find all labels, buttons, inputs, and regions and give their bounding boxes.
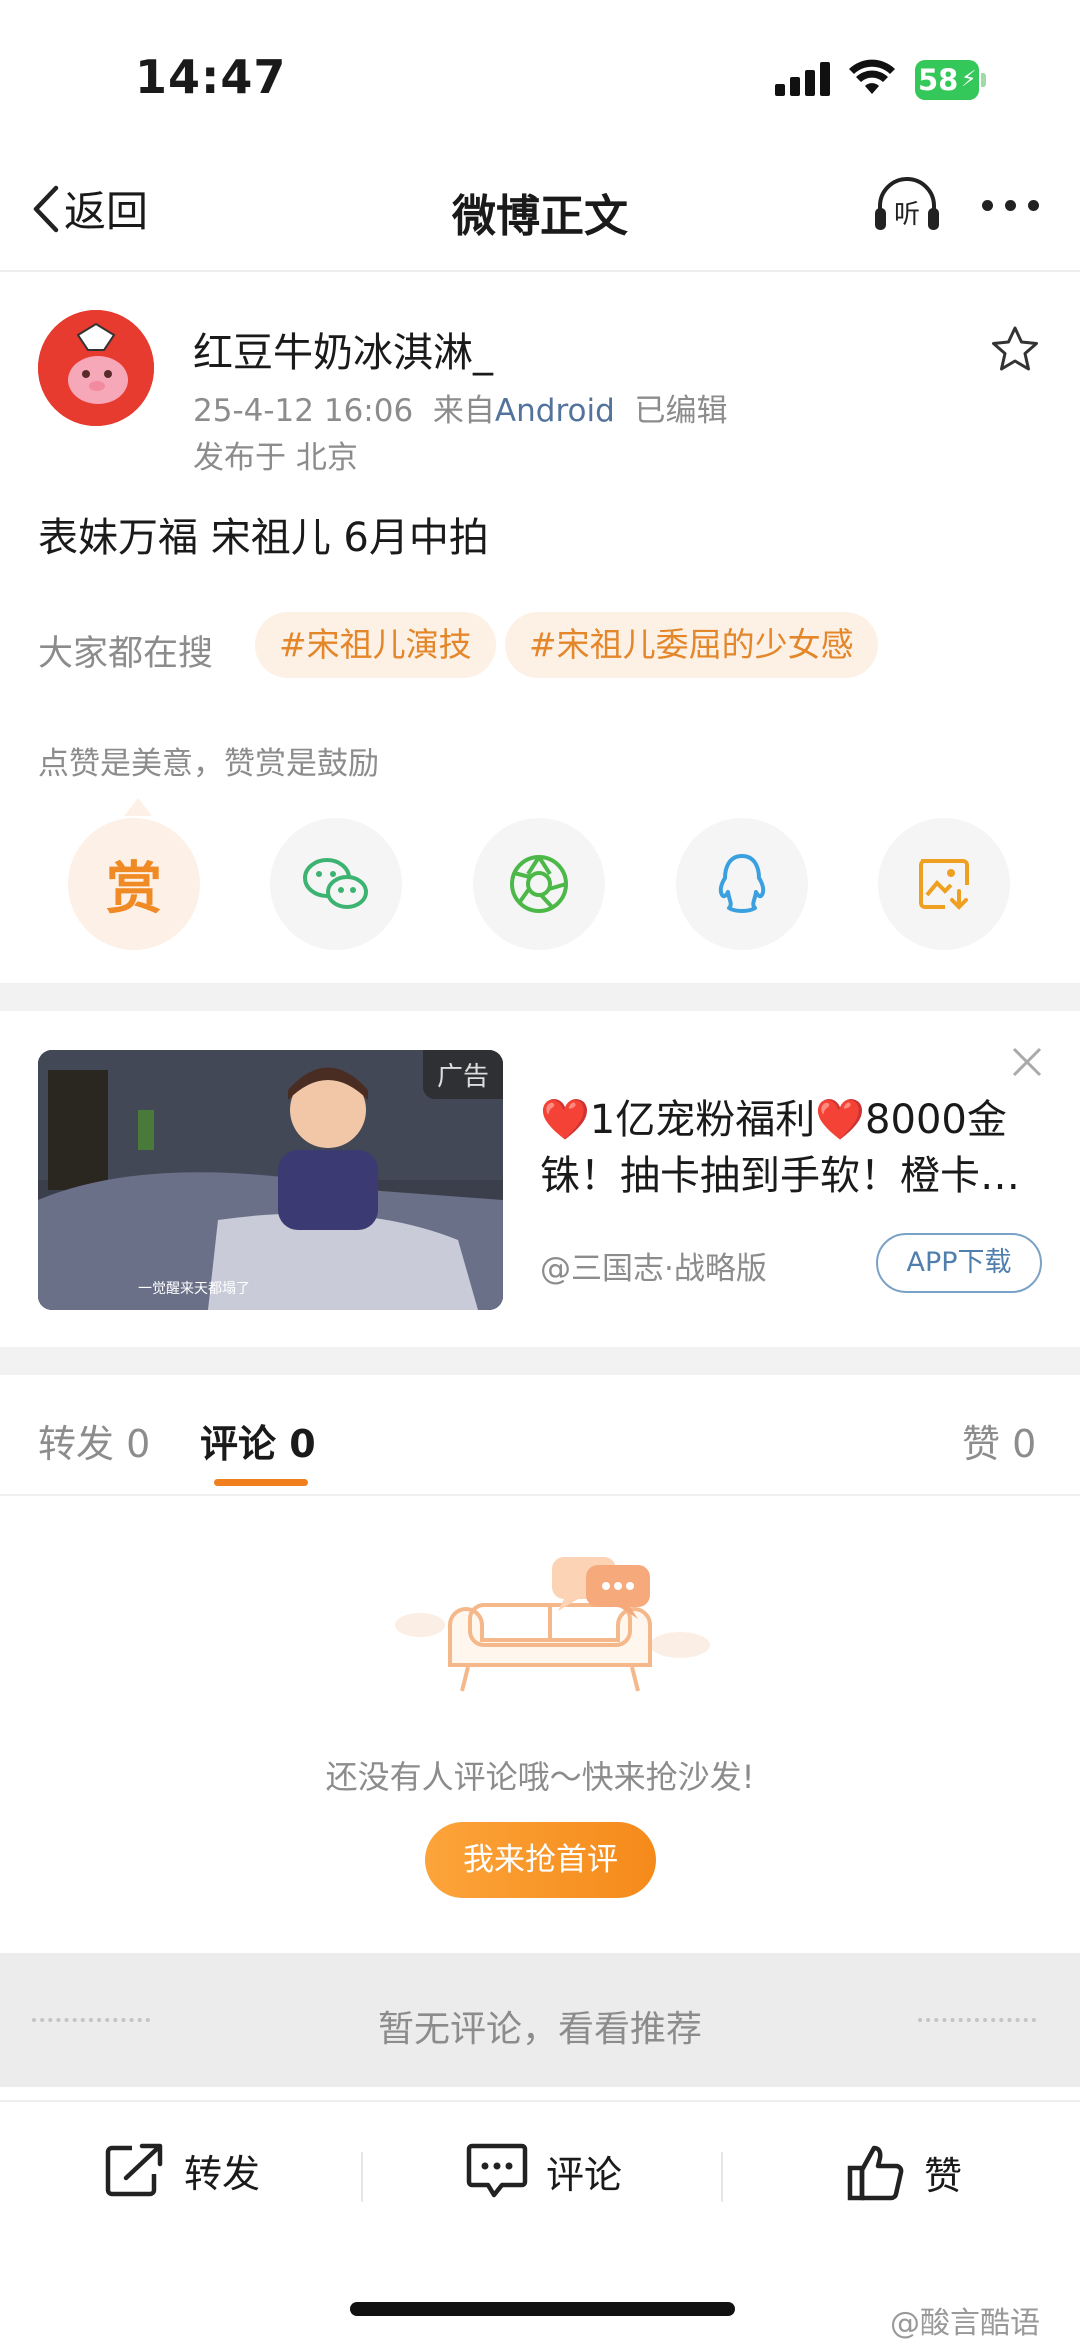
hot-search-label: 大家都在搜 [38, 634, 214, 674]
favorite-star-icon[interactable] [990, 325, 1040, 377]
reward-icon: 赏 [106, 856, 162, 922]
headphones-icon: 听 [875, 177, 939, 230]
reward-button[interactable]: 赏 [68, 818, 200, 950]
moments-aperture-icon [510, 855, 568, 913]
app-download-button[interactable]: APP下载 [876, 1233, 1042, 1293]
ad-image-caption: 一觉醒来天都塌了 [138, 1281, 250, 1297]
share-forward-icon [105, 2143, 163, 2197]
sofa-illustration-icon [380, 1545, 720, 1729]
nav-divider [0, 270, 1080, 272]
tab-like[interactable]: 赞 0 [962, 1413, 1036, 1468]
wechat-icon [303, 858, 368, 909]
post-source[interactable]: Android [495, 393, 615, 429]
ad-label: 广告 [422, 1050, 503, 1099]
comment-bubble-icon [466, 2143, 528, 2198]
hot-search-tag[interactable]: #宋祖儿演技 [255, 612, 496, 678]
forward-button[interactable]: 转发 [104, 2142, 260, 2198]
section-divider [0, 983, 1080, 1011]
comment-button[interactable]: 评论 [466, 2142, 622, 2200]
tip-pointer [124, 798, 152, 816]
battery-icon: 58 ⚡ [915, 60, 987, 100]
battery-level: 58 [918, 63, 959, 97]
thumbs-up-icon [847, 2145, 904, 2201]
qq-penguin-icon [718, 854, 766, 913]
save-image-button[interactable] [878, 818, 1010, 950]
listen-button[interactable]: 听 [872, 176, 942, 238]
bottom-bar-divider [0, 2100, 1080, 2102]
home-indicator[interactable] [350, 2302, 735, 2316]
cellular-signal-icon [775, 62, 831, 96]
ad-title[interactable]: ❤️1亿宠粉福利❤️8000金铢！抽卡抽到手软！橙卡… [540, 1092, 1040, 1204]
status-time: 14:47 [135, 50, 287, 104]
share-qq-button[interactable] [676, 818, 808, 950]
more-options-icon[interactable] [982, 200, 1039, 211]
ad-close-icon[interactable] [1010, 1045, 1044, 1083]
save-image-icon [919, 859, 969, 910]
ad-source[interactable]: @三国志·战略版 [540, 1243, 767, 1288]
post-meta: 25-4-12 16:06 来自Android 已编辑 [193, 385, 727, 430]
like-button[interactable]: 赞 [846, 2142, 962, 2202]
post-date: 25-4-12 16:06 [193, 393, 414, 429]
tab-forward[interactable]: 转发 0 [38, 1413, 150, 1468]
svg-text:听: 听 [894, 200, 920, 230]
reward-tip: 点赞是美意，赞赏是鼓励 [38, 746, 379, 782]
wifi-icon [848, 58, 896, 100]
first-comment-button[interactable]: 我来抢首评 [425, 1822, 656, 1898]
watermark: @酸言酷语 [890, 2306, 1040, 2341]
ad-image[interactable]: 一觉醒来天都塌了 广告 [38, 1050, 503, 1310]
bottom-separator [721, 2152, 723, 2202]
bottom-separator [361, 2152, 363, 2202]
share-moments-button[interactable] [473, 818, 605, 950]
avatar[interactable] [38, 310, 154, 426]
active-tab-indicator [214, 1479, 308, 1486]
hot-search-tag[interactable]: #宋祖儿委屈的少女感 [505, 612, 878, 678]
edited-label: 已编辑 [634, 393, 728, 429]
tab-comment[interactable]: 评论 0 [200, 1413, 316, 1468]
post-location: 发布于 北京 [193, 440, 358, 476]
post-text: 表妹万福 宋祖儿 6月中拍 [38, 515, 489, 561]
empty-comments-text: 还没有人评论哦～快来抢沙发! [325, 1758, 755, 1796]
source-prefix: 来自 [432, 393, 495, 429]
username[interactable]: 红豆牛奶冰淇淋_ [193, 320, 493, 378]
forward-label: 转发 [184, 2151, 261, 2196]
comment-label: 评论 [546, 2152, 623, 2197]
like-label: 赞 [924, 2153, 963, 2198]
share-wechat-button[interactable] [270, 818, 402, 950]
tab-divider [0, 1494, 1080, 1496]
recommend-text[interactable]: 暂无评论，看看推荐 [0, 2000, 1080, 2052]
section-divider [0, 1347, 1080, 1375]
